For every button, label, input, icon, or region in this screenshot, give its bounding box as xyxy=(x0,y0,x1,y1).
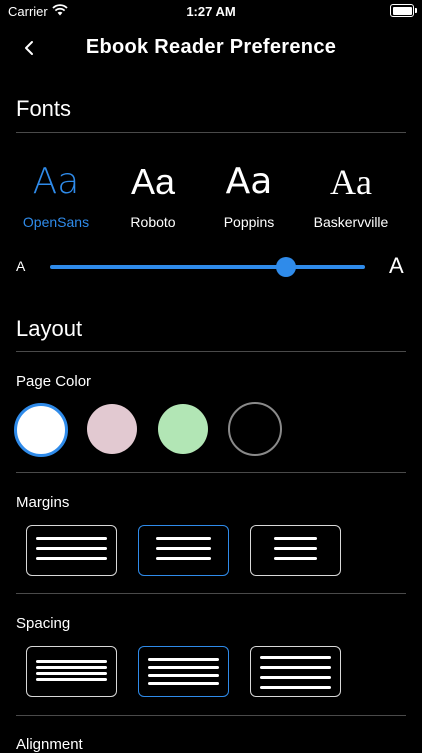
font-option-baskervville[interactable]: Aa Baskervville xyxy=(301,160,401,230)
slider-thumb[interactable] xyxy=(276,257,296,277)
font-option-roboto[interactable]: Aa Roboto xyxy=(103,160,203,230)
fonts-section-title: Fonts xyxy=(16,96,72,121)
divider xyxy=(16,715,406,716)
battery-icon xyxy=(390,4,417,17)
margin-option-wide[interactable] xyxy=(26,525,117,576)
font-name: Roboto xyxy=(130,214,176,230)
font-sample: Aa xyxy=(225,161,273,202)
spacing-option-tight[interactable] xyxy=(26,646,117,697)
divider xyxy=(16,351,406,352)
spacing-option-loose[interactable] xyxy=(250,646,341,697)
page-color-pink[interactable] xyxy=(87,404,137,454)
page-color-white[interactable] xyxy=(14,403,68,457)
font-name: OpenSans xyxy=(22,214,90,230)
page-color-label: Page Color xyxy=(16,373,92,390)
font-name: Poppins xyxy=(223,214,275,230)
page-color-black[interactable] xyxy=(228,402,282,456)
font-name: Baskervville xyxy=(313,214,389,230)
status-bar: Carrier 1:27 AM xyxy=(0,0,422,24)
margin-option-medium[interactable] xyxy=(138,525,229,576)
divider xyxy=(16,132,406,133)
layout-section-title: Layout xyxy=(16,316,83,341)
divider xyxy=(16,472,406,473)
spacing-label: Spacing xyxy=(16,615,71,632)
font-option-poppins[interactable]: Aa Poppins xyxy=(199,160,299,230)
font-size-slider[interactable] xyxy=(50,265,365,269)
font-size-max-label: A xyxy=(389,253,404,278)
margin-option-narrow[interactable] xyxy=(250,525,341,576)
font-option-opensans[interactable]: Aa OpenSans xyxy=(6,160,106,230)
font-sample: Aa xyxy=(130,161,176,202)
alignment-label: Alignment xyxy=(16,736,83,753)
font-sample: Aa xyxy=(32,161,80,202)
divider xyxy=(16,593,406,594)
spacing-option-normal[interactable] xyxy=(138,646,229,697)
page-title: Ebook Reader Preference xyxy=(85,36,337,58)
font-size-min-label: A xyxy=(16,258,26,274)
font-sample: Aa xyxy=(330,162,372,202)
page-color-green[interactable] xyxy=(158,404,208,454)
margins-label: Margins xyxy=(16,494,70,511)
clock: 1:27 AM xyxy=(186,4,236,19)
